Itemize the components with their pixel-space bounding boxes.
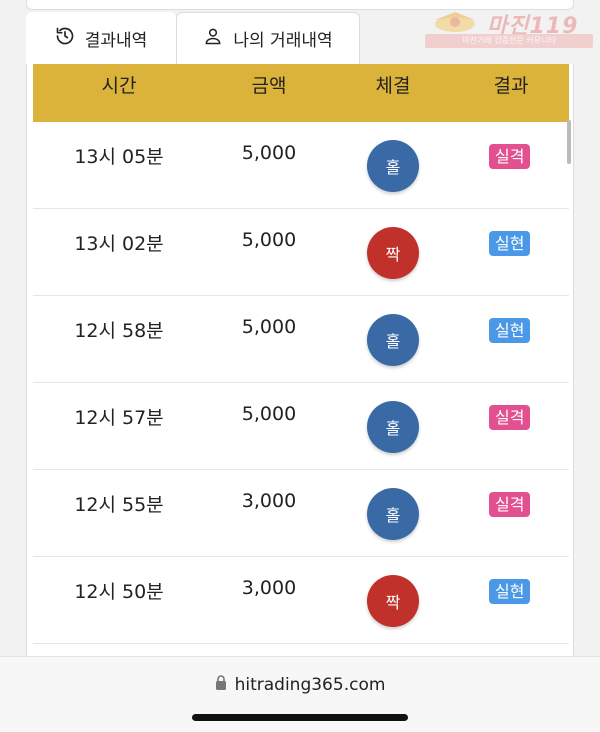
header-amount: 금액 [251,75,287,97]
lock-icon [215,675,235,695]
time-cell: 13시 05분 [74,146,164,168]
even-ball-badge: 짝 [367,227,419,279]
tab-label: 나의 거래내역 [233,31,333,51]
user-icon [203,26,233,51]
header-execution: 체결 [375,75,411,97]
table-row: 13시 05분 5,000 홀 실격 [33,122,569,209]
result-badge: 실현 [489,579,531,604]
time-cell: 12시 58분 [74,320,164,342]
tab-label: 결과내역 [84,31,148,51]
page: 결과내역 나의 거래내역 마진119 마진거래 검증전문 커뮤니티 시간 금액 … [0,0,600,732]
time-cell: 13시 02분 [74,233,164,255]
table-row: 12시 58분 5,000 홀 실현 [33,296,569,383]
table-row: 12시 55분 3,000 홀 실격 [33,470,569,557]
time-cell: 12시 57분 [74,407,164,429]
table-row: 13시 02분 5,000 짝 실현 [33,209,569,296]
watermark-subtitle: 마진거래 검증전문 커뮤니티 [425,34,593,48]
url-text: hitrading365.com [234,675,386,695]
result-badge: 실현 [489,318,531,343]
odd-ball-badge: 홀 [367,140,419,192]
trade-table-panel: 시간 금액 체결 결과 13시 05분 5,000 홀 실격 13시 02분 5… [26,64,574,664]
browser-address-bar: hitrading365.com [0,656,600,732]
amount-cell: 5,000 [241,316,297,338]
header-result: 결과 [493,75,529,97]
result-badge: 실격 [489,405,531,430]
table-row: 12시 50분 3,000 짝 실현 [33,557,569,644]
tab-results-history[interactable]: 결과내역 [26,12,176,64]
watermark-logo: 마진119 마진거래 검증전문 커뮤니티 [425,6,595,50]
even-ball-badge: 짝 [367,575,419,627]
amount-cell: 5,000 [241,229,297,251]
logo-emblem-icon [435,12,475,32]
home-indicator[interactable] [192,714,408,721]
time-cell: 12시 55분 [74,494,164,516]
amount-cell: 5,000 [241,403,297,425]
table-header: 시간 금액 체결 결과 [33,64,569,122]
odd-ball-badge: 홀 [367,314,419,366]
tab-my-trades[interactable]: 나의 거래내역 [176,12,360,64]
amount-cell: 3,000 [241,577,297,599]
url-display[interactable]: hitrading365.com [0,675,600,695]
odd-ball-badge: 홀 [367,488,419,540]
table-row: 12시 57분 5,000 홀 실격 [33,383,569,470]
result-badge: 실격 [489,492,531,517]
result-badge: 실현 [489,231,531,256]
odd-ball-badge: 홀 [367,401,419,453]
header-time: 시간 [101,75,137,97]
result-badge: 실격 [489,144,531,169]
time-cell: 12시 50분 [74,581,164,603]
history-icon [55,26,85,51]
amount-cell: 3,000 [241,490,297,512]
amount-cell: 5,000 [241,142,297,164]
